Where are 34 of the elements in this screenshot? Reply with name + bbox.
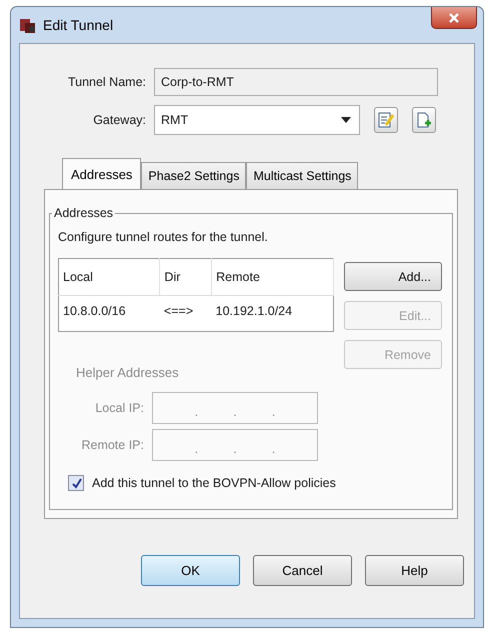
window-title: Edit Tunnel <box>43 17 114 33</box>
action-button[interactable]: Add... <box>344 262 442 291</box>
close-icon <box>448 12 460 22</box>
field-label: Remote IP: <box>80 438 144 452</box>
dialog-button[interactable]: Cancel <box>253 555 352 586</box>
gateway-dropdown[interactable]: RMT <box>154 105 360 135</box>
table-cell[interactable]: 10.192.1.0/24 <box>212 295 334 332</box>
edit-document-button[interactable] <box>374 107 398 133</box>
close-button[interactable] <box>431 7 477 29</box>
tab[interactable]: Multicast Settings <box>246 162 358 189</box>
edit-document-icon <box>377 111 395 129</box>
field-label: Tunnel Name: <box>66 75 146 89</box>
dropdown-arrow-icon <box>341 117 351 123</box>
column-header: Dir <box>160 258 212 295</box>
checkbox-label: Add this tunnel to the BOVPN-Allow policies <box>92 476 336 490</box>
app-icon <box>19 16 37 34</box>
checkmark-icon <box>70 478 82 488</box>
name-field[interactable]: Corp-to-RMT <box>154 68 438 96</box>
field-label: Local IP: <box>94 401 144 415</box>
tab[interactable]: Addresses <box>62 158 142 189</box>
dialog-button[interactable]: Help <box>365 555 464 586</box>
field-label: Gateway: <box>92 113 146 127</box>
checkbox[interactable] <box>68 475 84 491</box>
column-header: Local <box>58 258 160 295</box>
tab[interactable]: Phase2 Settings <box>141 162 246 189</box>
dialog-button[interactable]: OK <box>141 555 240 586</box>
helper-title: Helper Addresses <box>75 365 180 380</box>
new-document-icon <box>415 111 433 129</box>
table-cell[interactable]: <==> <box>160 295 212 332</box>
group-title: Addresses <box>53 206 114 220</box>
column-header: Remote <box>212 258 334 295</box>
new-document-button[interactable] <box>412 107 436 133</box>
description-text: Configure tunnel routes for the tunnel. <box>58 230 269 244</box>
table-cell[interactable]: 10.8.0.0/16 <box>58 295 160 332</box>
